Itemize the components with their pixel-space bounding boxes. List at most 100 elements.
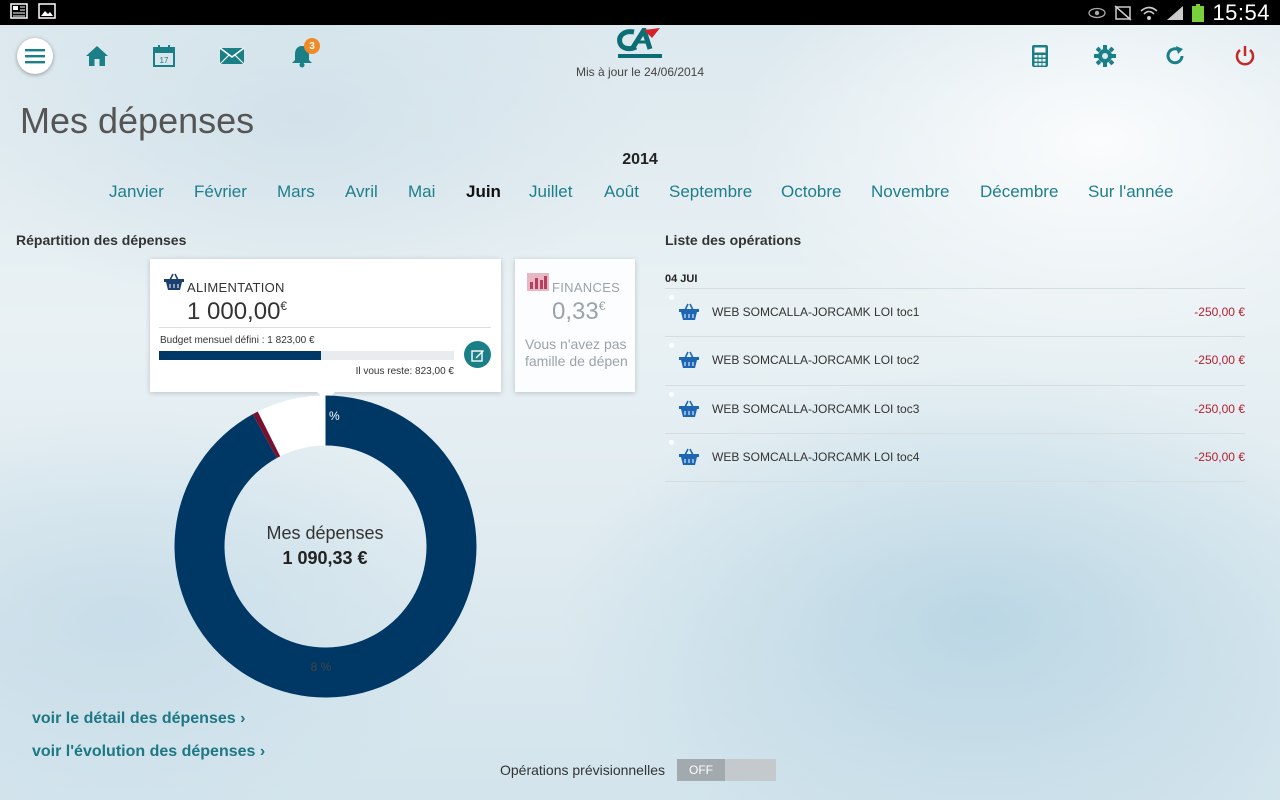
notification-badge: 3 [304,38,320,54]
clock: 15:54 [1212,0,1270,25]
operation-row[interactable]: WEB SOMCALLA-JORCAMK LOI toc3 -250,00 € [665,385,1245,433]
mail-icon [219,47,245,65]
donut-total: 1 090,33 € [282,548,368,568]
tab-septembre[interactable]: Septembre [669,182,752,202]
segment-label-alimentation: 92 % [312,409,340,423]
calendar-day: 17 [160,56,169,65]
month-tabs: Janvier Février Mars Avril Mai Juin Juil… [0,182,1280,206]
settings-button[interactable] [1092,43,1118,69]
credit-agricole-logo [617,28,662,58]
operations-date: 04 JUI [665,273,698,285]
tab-novembre[interactable]: Novembre [871,182,949,202]
operation-amount: -250,00 € [1194,353,1245,367]
news-app-icon [10,3,28,19]
category-name: FINANCES [552,280,621,295]
tab-avril[interactable]: Avril [345,182,378,202]
nfc-muted-icon [1114,4,1132,21]
budget-progress [159,351,454,360]
donut-center-label: Mes dépenses [266,523,384,543]
wifi-icon [1140,6,1158,20]
row-dot [669,392,674,397]
operation-label: WEB SOMCALLA-JORCAMK LOI toc4 [712,450,920,464]
evolution-link[interactable]: voir l'évolution des dépenses › [32,743,265,761]
power-icon [1235,46,1255,66]
category-amount: 1 000,00€ [187,298,287,326]
tab-janvier[interactable]: Janvier [109,182,164,202]
edit-icon [470,349,484,362]
edit-budget-button[interactable] [464,341,491,368]
operation-label: WEB SOMCALLA-JORCAMK LOI toc2 [712,353,920,367]
status-bar: 15:54 [0,0,1280,25]
budget-label: Budget mensuel défini : 1 823,00 € [160,335,315,346]
finances-note-line1: Vous n'avez pas [525,336,627,352]
repartition-title: Répartition des dépenses [16,232,187,248]
logout-button[interactable] [1232,43,1258,69]
tab-decembre[interactable]: Décembre [980,182,1058,202]
refresh-icon [1166,46,1184,65]
year-label: 2014 [622,151,658,168]
refresh-button[interactable] [1162,43,1188,69]
operation-amount: -250,00 € [1194,450,1245,464]
tab-juillet[interactable]: Juillet [529,182,572,202]
home-icon [86,46,108,66]
eye-icon [1088,7,1107,18]
operation-row[interactable]: WEB SOMCALLA-JORCAMK LOI toc1 -250,00 € [665,288,1245,336]
signal-icon [1167,5,1184,20]
currency-symbol: € [598,299,606,313]
last-updated: Mis à jour le 24/06/2014 [575,65,705,79]
operation-amount: -250,00 € [1194,402,1245,416]
operations-title: Liste des opérations [665,232,802,248]
calculator-icon [1032,45,1048,67]
row-dot [669,440,674,445]
battery-icon [1192,3,1205,22]
page-title: Mes dépenses [20,100,255,141]
menu-button[interactable] [17,38,53,74]
bar-chart-icon [527,273,549,291]
basket-icon [164,273,184,290]
tab-octobre[interactable]: Octobre [781,182,841,202]
operation-row[interactable]: WEB SOMCALLA-JORCAMK LOI toc4 -250,00 € [665,433,1245,481]
hamburger-icon [25,49,45,64]
tab-fevrier[interactable]: Février [194,182,247,202]
tab-mars[interactable]: Mars [277,182,315,202]
previsionnelles-label: Opérations prévisionnelles [500,762,665,778]
category-amount: 0,33€ [552,298,605,326]
category-card-finances[interactable]: FINANCES 0,33€ Vous n'avez pas famille d… [515,259,635,392]
gallery-icon [38,3,56,19]
operation-amount: -250,00 € [1194,305,1245,319]
card-divider [159,327,491,328]
operation-label: WEB SOMCALLA-JORCAMK LOI toc1 [712,305,920,319]
list-divider [665,481,1245,482]
category-name: ALIMENTATION [187,280,285,295]
expenses-donut-chart [174,395,477,698]
gear-icon [1094,45,1116,67]
home-button[interactable] [84,43,110,69]
tab-mai[interactable]: Mai [408,182,435,202]
calendar-button[interactable]: 17 [151,43,177,69]
row-dot [669,343,674,348]
amount-value: 0,33 [552,298,599,325]
tab-sur-lannee[interactable]: Sur l'année [1088,182,1173,202]
row-dot [669,295,674,300]
operation-row[interactable]: WEB SOMCALLA-JORCAMK LOI toc2 -250,00 € [665,336,1245,384]
budget-progress-fill [159,351,322,360]
previsionnelles-toggle[interactable]: OFF [677,759,776,781]
basket-icon [679,351,699,368]
basket-icon [679,303,699,320]
operation-label: WEB SOMCALLA-JORCAMK LOI toc3 [712,402,920,416]
toggle-off-state: OFF [677,759,725,781]
basket-icon [679,400,699,417]
basket-icon [679,448,699,465]
tab-aout[interactable]: Août [604,182,639,202]
calculator-button[interactable] [1027,43,1053,69]
currency-symbol: € [280,299,288,313]
mail-button[interactable] [219,43,245,69]
calendar-icon: 17 [153,45,175,67]
category-card-alimentation[interactable]: ALIMENTATION 1 000,00€ Budget mensuel dé… [150,259,501,401]
tab-juin[interactable]: Juin [466,182,501,202]
remaining-label: Il vous reste: 823,00 € [355,366,454,377]
finances-note-line2: famille de dépen [525,353,628,369]
amount-value: 1 000,00 [187,298,281,325]
segment-label-other: 8 % [310,660,332,674]
detail-link[interactable]: voir le détail des dépenses › [32,710,245,728]
